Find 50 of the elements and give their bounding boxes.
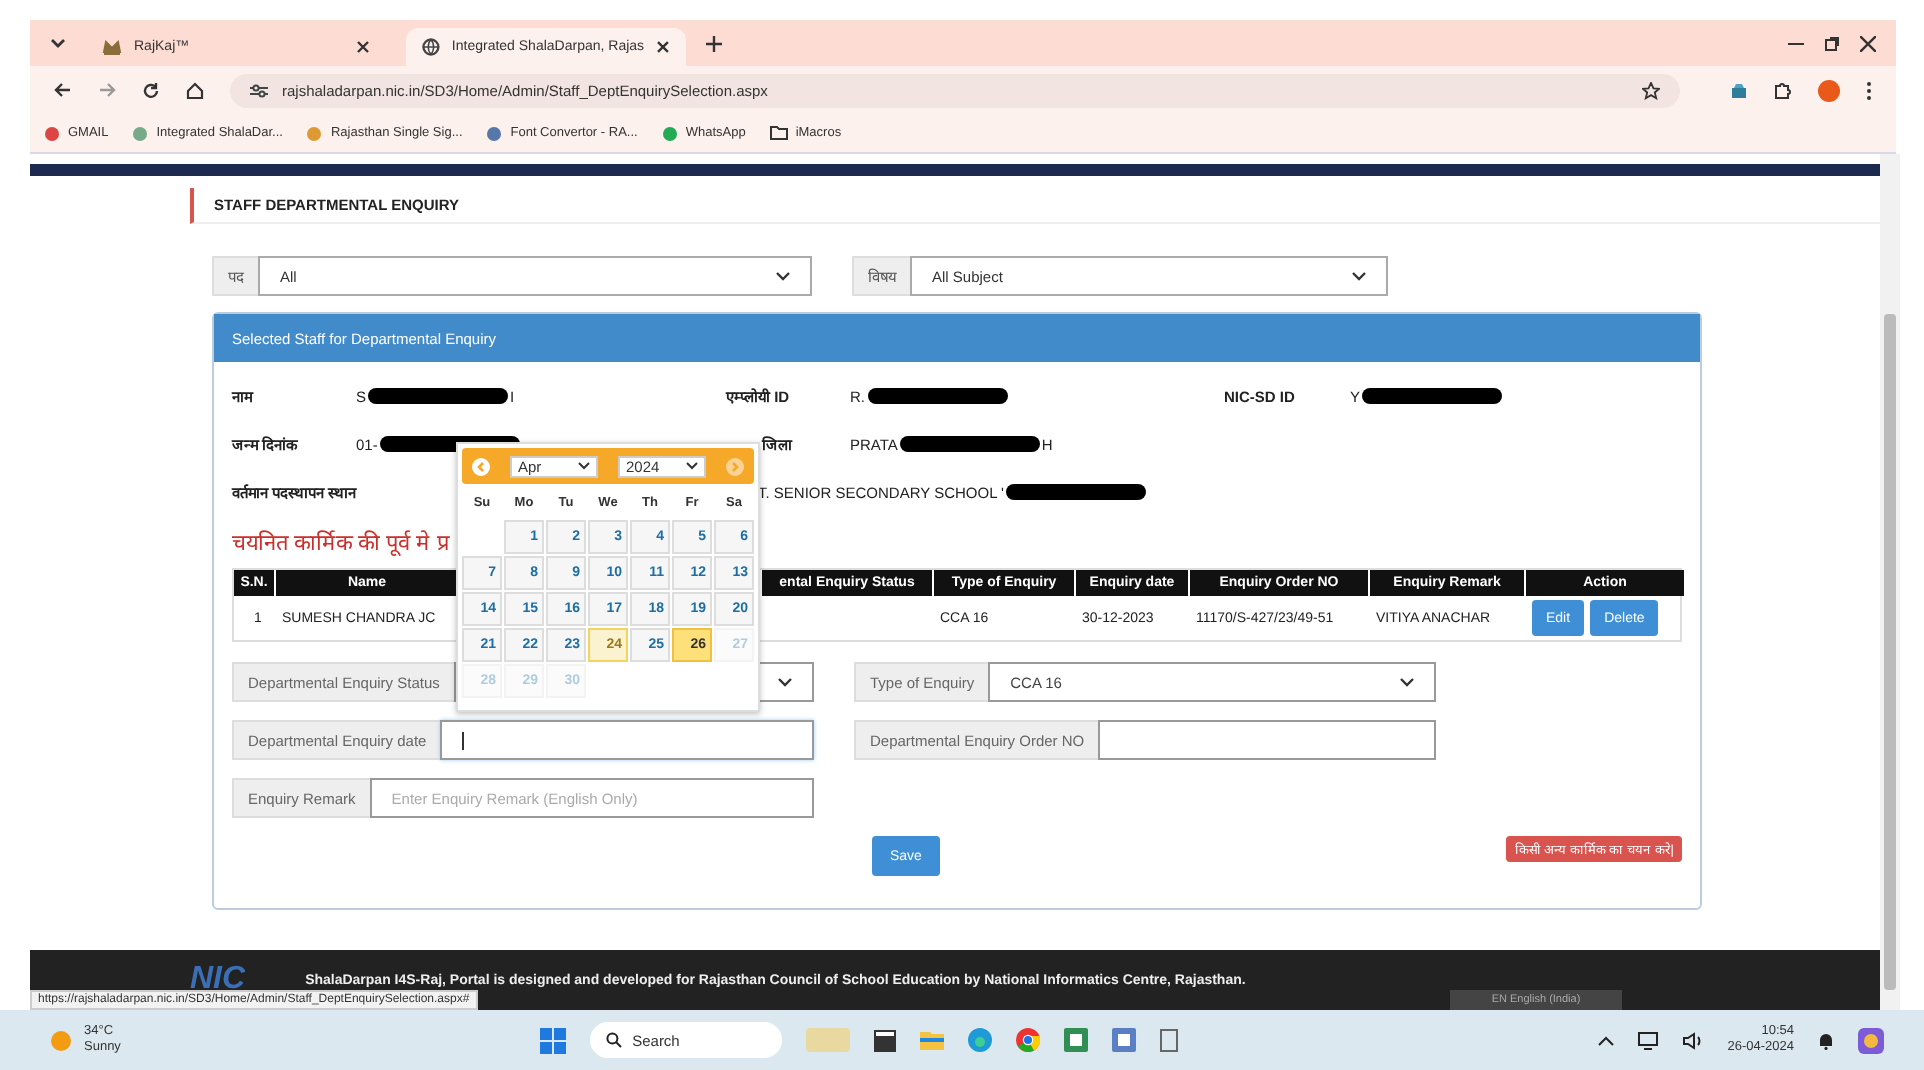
spreadsheet-icon[interactable] [1064,1028,1089,1052]
crown-icon [102,38,122,56]
puzzle-icon[interactable] [1774,81,1792,99]
profile-avatar-icon[interactable] [1818,79,1840,101]
section-heading: चयनित कार्मिक की पूर्व मे प्र [232,528,449,556]
home-icon[interactable] [186,81,204,99]
caret-icon [578,462,590,470]
close-icon[interactable] [356,40,370,54]
bookmark-icon [44,125,60,141]
folder-icon[interactable] [920,1030,945,1050]
scrollbar[interactable] [1880,154,1900,1010]
new-tab-icon[interactable] [706,35,722,51]
bell-icon[interactable] [1818,1031,1834,1049]
caret-icon [1352,271,1366,281]
caret-icon [778,677,792,687]
logo: NIC [190,962,246,996]
caret-icon [776,271,790,281]
restore-icon[interactable] [1824,35,1840,51]
minimize-icon[interactable] [1788,41,1804,45]
close-icon[interactable] [656,40,670,54]
colorful-app-icon[interactable] [1858,1027,1884,1053]
chrome-icon[interactable] [1016,1028,1041,1052]
terminal-icon[interactable] [874,1029,897,1051]
reload-icon[interactable] [142,81,160,99]
search-icon [606,1032,623,1048]
input-field[interactable] [1098,720,1436,760]
edge-icon[interactable] [968,1028,993,1052]
caret-icon [1400,677,1414,687]
document-icon[interactable] [1112,1028,1137,1052]
bookmark-icon [132,125,149,141]
display-icon[interactable] [1637,1031,1658,1049]
bookmark-icon [661,125,678,141]
close-icon[interactable] [1860,35,1876,51]
tab-list-icon[interactable] [50,37,66,49]
globe-icon [422,38,440,56]
sun-icon [50,1029,72,1051]
back-icon[interactable] [54,82,72,98]
start-icon[interactable] [540,1027,567,1053]
folder-icon [769,126,788,140]
star-icon[interactable] [1642,81,1660,99]
chevron-up-icon[interactable] [1597,1035,1614,1045]
site-settings-icon[interactable] [250,83,268,97]
input-field[interactable] [440,720,814,760]
speaker-icon[interactable] [1681,1031,1704,1049]
menu-icon[interactable] [1866,81,1872,99]
bookmark-icon [486,125,503,141]
caret-icon [686,462,698,470]
bookmark-icon [306,125,323,141]
extension-icon[interactable] [1730,81,1748,99]
forward-icon[interactable] [98,82,116,98]
